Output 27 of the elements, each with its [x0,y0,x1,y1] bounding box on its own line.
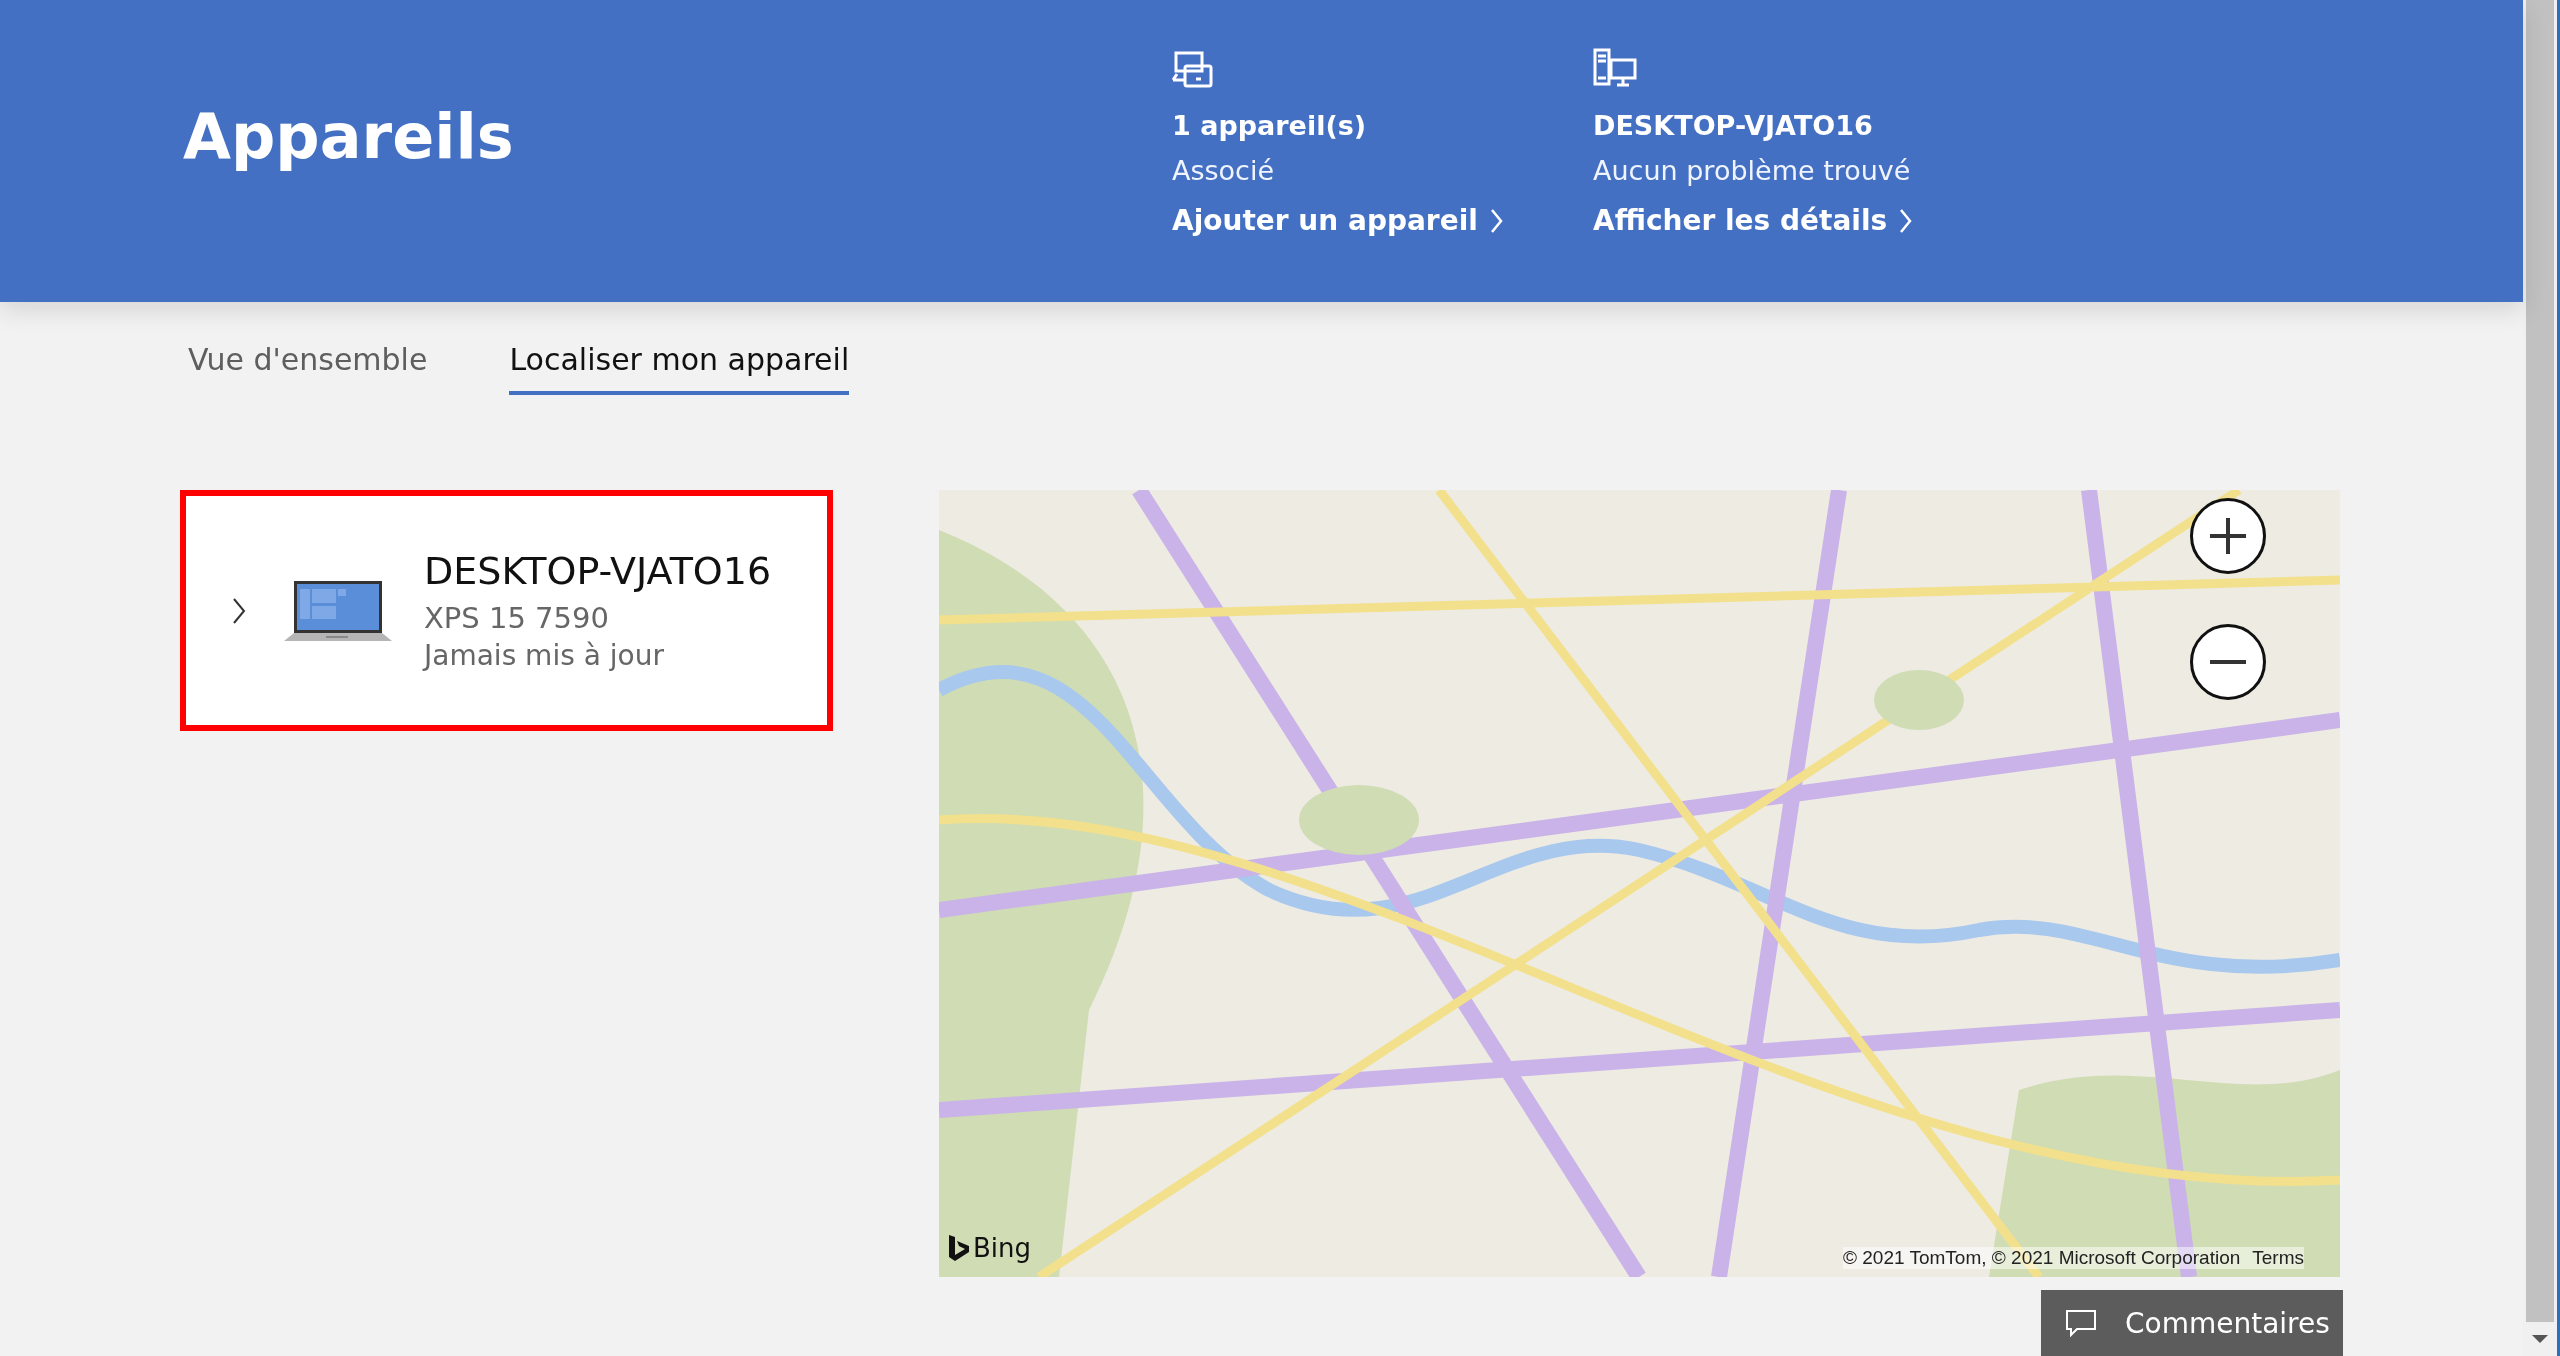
page-title: Appareils [183,100,514,173]
stat-value: DESKTOP-VJATO16 [1593,110,1874,141]
scroll-down-icon[interactable] [2532,1335,2548,1343]
feedback-button[interactable]: Commentaires [2041,1290,2343,1356]
device-card[interactable]: DESKTOP-VJATO16 XPS 15 7590 Jamais mis à jour [180,490,833,731]
map-attribution: © 2021 TomTom, © 2021 Microsoft Corporation [1843,1247,2241,1269]
stat-caption: Associé [1172,155,1276,186]
stat-value: 1 appareil(s) [1172,110,1368,141]
header-link[interactable]: Afficher les détails [1593,204,1914,237]
device-name: DESKTOP-VJATO16 [424,549,772,593]
logo-icon [947,1235,969,1263]
tab[interactable]: Vue d'ensemble [188,342,428,395]
stat-caption: Aucun problème trouvé [1593,155,1912,186]
chevron-right-icon [1899,207,1914,234]
minus-icon [2208,660,2248,664]
header-link[interactable]: Ajouter un appareil [1172,204,1504,237]
scrollbar-thumb[interactable] [2526,0,2554,1322]
map-logo-text: Bing [973,1233,1032,1263]
terms-link[interactable]: Terms [2252,1247,2304,1269]
laptop-icon [282,578,394,643]
device-model: XPS 15 7590 [424,601,610,635]
tab[interactable]: Localiser mon appareil [509,342,850,395]
device-status: Jamais mis à jour [424,639,665,672]
plus-icon [2208,516,2248,556]
computer-icon [1593,48,1637,88]
comment-icon [2065,1309,2097,1337]
chevron-right-icon [1489,207,1504,234]
